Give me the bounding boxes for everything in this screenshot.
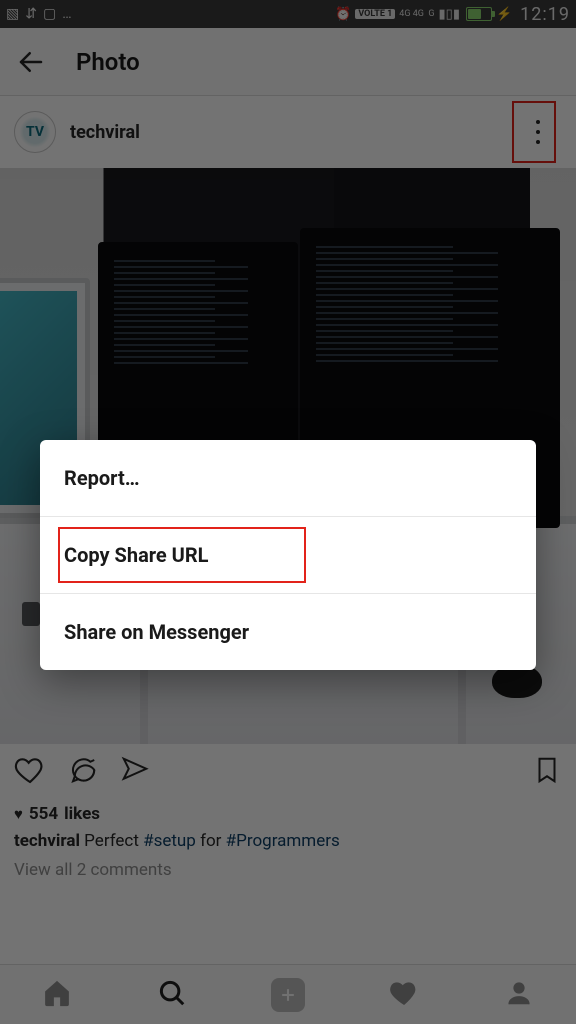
sheet-item-report[interactable]: Report… <box>40 440 536 516</box>
options-sheet: Report… Copy Share URL Share on Messenge… <box>40 440 536 670</box>
sheet-item-label: Report… <box>64 466 140 490</box>
annotation-highlight <box>58 527 306 583</box>
sheet-item-copy-url[interactable]: Copy Share URL <box>40 516 536 593</box>
sheet-item-share-messenger[interactable]: Share on Messenger <box>40 593 536 670</box>
sheet-item-label: Share on Messenger <box>64 620 249 644</box>
